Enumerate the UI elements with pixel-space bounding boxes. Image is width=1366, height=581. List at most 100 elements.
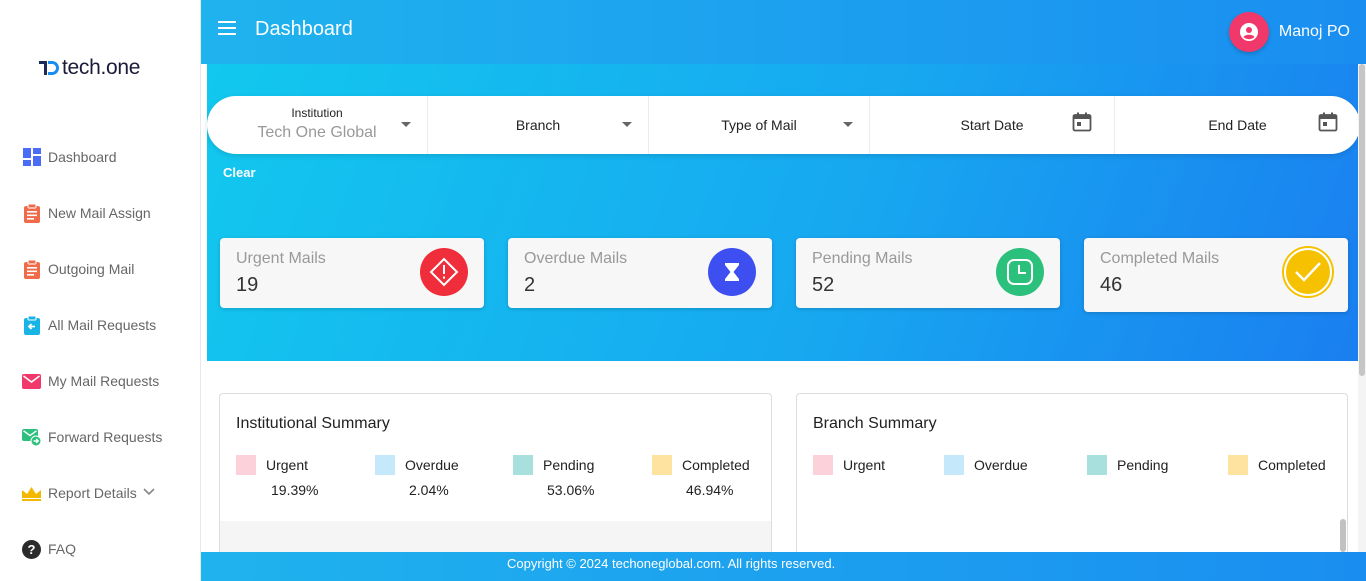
sidebar: tech.one Dashboard New Mail Assign Outgo… xyxy=(0,0,201,581)
dropdown-caret-icon xyxy=(401,122,411,127)
branch-select[interactable]: Branch xyxy=(428,96,649,154)
branch-summary-panel: Branch Summary Urgent Overdue Pending Co… xyxy=(796,393,1348,563)
clock-square-icon xyxy=(996,248,1044,296)
legend-item-urgent[interactable]: Urgent xyxy=(813,455,885,475)
dropdown-caret-icon xyxy=(843,122,853,127)
legend-item-pending[interactable]: Pending xyxy=(513,455,594,475)
institution-label: Institution xyxy=(291,106,343,120)
legend-item-overdue[interactable]: Overdue xyxy=(375,455,459,475)
page-scrollbar[interactable] xyxy=(1358,64,1366,552)
legend-label: Completed xyxy=(1258,457,1326,473)
branch-label: Branch xyxy=(515,117,561,133)
user-menu[interactable]: Manoj PO xyxy=(1228,12,1350,52)
clipboard-icon xyxy=(22,203,41,223)
calendar-icon[interactable] xyxy=(1318,112,1338,137)
brand-name: tech.one xyxy=(62,56,141,79)
legend-swatch xyxy=(652,455,672,475)
legend-label: Overdue xyxy=(405,457,459,473)
clipboard-arrow-icon xyxy=(22,315,41,335)
legend-item-overdue[interactable]: Overdue xyxy=(944,455,1028,475)
legend-label: Urgent xyxy=(266,457,309,473)
start-date-field[interactable]: Start Date xyxy=(870,96,1115,154)
hero-panel: Institution Tech One Global Branch Type … xyxy=(207,64,1360,361)
stat-value: 19 xyxy=(236,274,259,296)
legend-item-pending[interactable]: Pending xyxy=(1087,455,1168,475)
dashboard-grid-icon xyxy=(22,148,41,167)
stat-card-urgent[interactable]: Urgent Mails 19 xyxy=(220,238,484,308)
panel-scrollbar[interactable] xyxy=(1340,519,1346,552)
filter-bar: Institution Tech One Global Branch Type … xyxy=(207,96,1360,154)
mail-icon xyxy=(22,372,41,391)
institution-value: Tech One Global xyxy=(257,124,377,141)
legend-swatch xyxy=(813,455,833,475)
stat-card-completed[interactable]: Completed Mails 46 xyxy=(1084,238,1348,312)
crown-icon xyxy=(22,484,41,503)
brand-logo[interactable]: tech.one xyxy=(38,56,140,80)
stat-card-pending[interactable]: Pending Mails 52 xyxy=(796,238,1060,308)
clear-filters-button[interactable]: Clear xyxy=(223,165,256,180)
legend-label: Overdue xyxy=(974,457,1028,473)
institutional-summary-panel: Institutional Summary Urgent 19.39% Over… xyxy=(219,393,772,563)
sidebar-item-label: Outgoing Mail xyxy=(48,261,135,277)
stat-value: 52 xyxy=(812,274,835,296)
legend-label: Pending xyxy=(543,457,595,473)
sidebar-item-label: All Mail Requests xyxy=(48,317,157,333)
mail-forward-icon xyxy=(22,428,41,447)
calendar-icon[interactable] xyxy=(1072,112,1092,137)
warning-diamond-icon xyxy=(420,248,468,296)
hamburger-menu-icon[interactable] xyxy=(218,21,236,35)
legend-item-urgent[interactable]: Urgent xyxy=(236,455,308,475)
sidebar-item-label: Dashboard xyxy=(48,149,117,165)
sidebar-item-faq[interactable]: ? FAQ xyxy=(22,537,76,561)
legend-label: Pending xyxy=(1117,457,1169,473)
legend-swatch xyxy=(1087,455,1107,475)
sidebar-item-all-mail-requests[interactable]: All Mail Requests xyxy=(22,313,156,337)
sidebar-item-forward-requests[interactable]: Forward Requests xyxy=(22,425,162,449)
legend-swatch xyxy=(375,455,395,475)
legend-item-completed[interactable]: Completed xyxy=(652,455,750,475)
legend-swatch xyxy=(1228,455,1248,475)
stat-label: Overdue Mails xyxy=(524,250,628,267)
sidebar-item-label: Report Details xyxy=(48,485,137,501)
sidebar-item-outgoing-mail[interactable]: Outgoing Mail xyxy=(22,257,134,281)
legend-swatch xyxy=(944,455,964,475)
scrollbar-thumb[interactable] xyxy=(1359,64,1365,376)
stat-label: Pending Mails xyxy=(812,250,913,267)
copyright-text: Copyright © 2024 techoneglobal.com. All … xyxy=(507,556,836,571)
sidebar-item-label: New Mail Assign xyxy=(48,205,151,221)
legend-percent: 2.04% xyxy=(409,482,449,498)
stat-label: Completed Mails xyxy=(1100,250,1220,267)
institution-select[interactable]: Institution Tech One Global xyxy=(207,96,428,154)
panel-title: Institutional Summary xyxy=(236,415,390,432)
legend-label: Completed xyxy=(682,457,750,473)
stat-card-overdue[interactable]: Overdue Mails 2 xyxy=(508,238,772,308)
type-of-mail-select[interactable]: Type of Mail xyxy=(649,96,870,154)
stat-value: 2 xyxy=(524,274,536,296)
chevron-down-icon xyxy=(143,487,155,499)
legend-swatch xyxy=(513,455,533,475)
account-circle-icon xyxy=(1239,23,1258,41)
sidebar-item-my-mail-requests[interactable]: My Mail Requests xyxy=(22,369,159,393)
sidebar-item-new-mail-assign[interactable]: New Mail Assign xyxy=(22,201,151,225)
avatar xyxy=(1228,12,1269,52)
legend-label: Urgent xyxy=(843,457,886,473)
sidebar-item-report-details[interactable]: Report Details xyxy=(22,481,155,505)
user-name: Manoj PO xyxy=(1278,23,1350,40)
legend-percent: 19.39% xyxy=(271,482,319,498)
end-date-field[interactable]: End Date xyxy=(1115,96,1360,154)
legend-item-completed[interactable]: Completed xyxy=(1228,455,1326,475)
panel-title: Branch Summary xyxy=(813,415,937,432)
check-icon xyxy=(1284,248,1332,296)
stat-label: Urgent Mails xyxy=(236,250,326,267)
type-of-mail-label: Type of Mail xyxy=(721,117,797,133)
legend-swatch xyxy=(236,455,256,475)
help-icon: ? xyxy=(22,539,41,559)
sidebar-item-dashboard[interactable]: Dashboard xyxy=(22,145,117,169)
page-title: Dashboard xyxy=(255,18,353,40)
tech-one-logo-icon xyxy=(39,61,59,75)
sidebar-item-label: FAQ xyxy=(48,541,77,557)
svg-text:?: ? xyxy=(28,542,36,557)
stat-value: 46 xyxy=(1100,274,1123,296)
footer: Copyright © 2024 techoneglobal.com. All … xyxy=(201,552,1366,581)
clipboard-icon xyxy=(22,259,41,279)
